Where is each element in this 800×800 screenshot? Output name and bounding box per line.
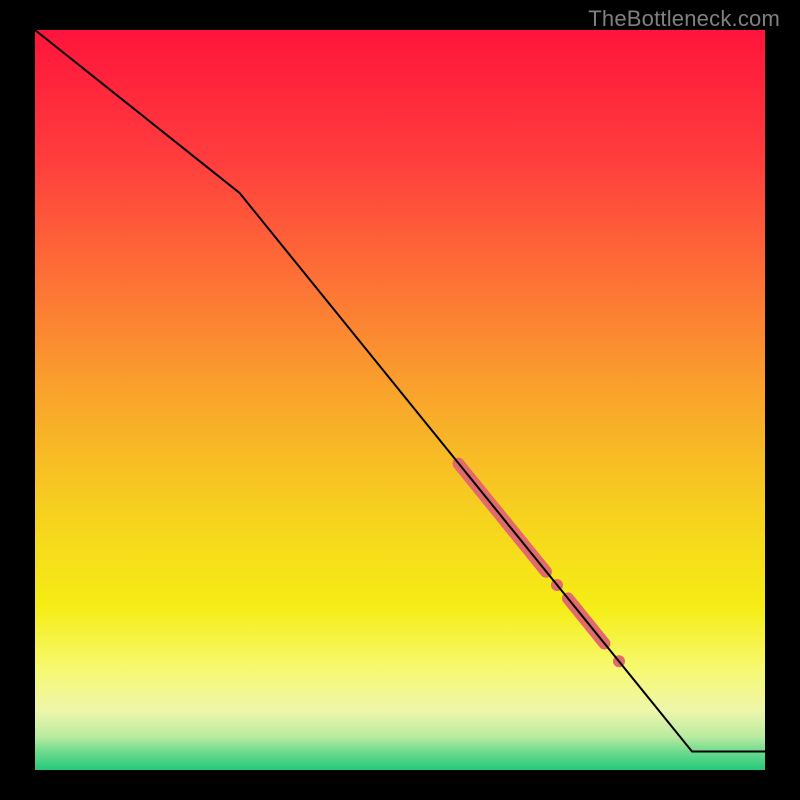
bottleneck-curve [35, 30, 765, 752]
chart-stage: TheBottleneck.com [0, 0, 800, 800]
plot-area [35, 30, 765, 770]
plot-overlay [35, 30, 765, 770]
watermark-label: TheBottleneck.com [588, 6, 780, 32]
line-layer [35, 30, 765, 752]
